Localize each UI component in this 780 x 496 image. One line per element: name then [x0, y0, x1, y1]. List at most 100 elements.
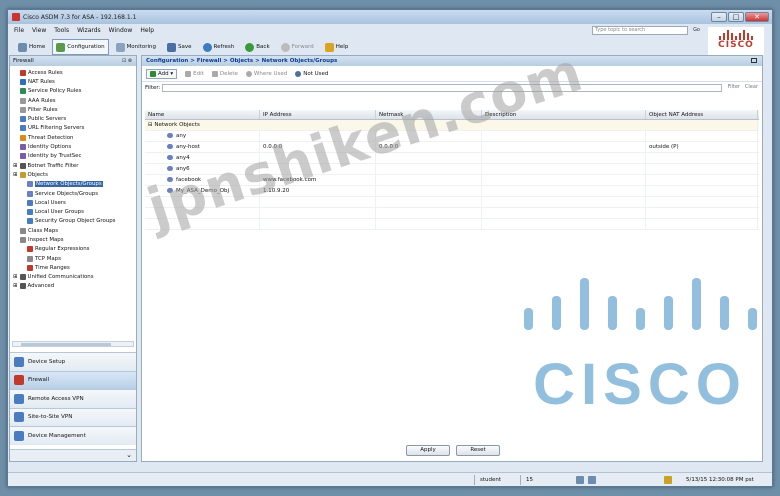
- network-object-icon: [167, 133, 173, 138]
- tree-item[interactable]: Identity Options: [10, 142, 136, 151]
- topic-search-input[interactable]: Type topic to search: [592, 26, 688, 35]
- tree-item[interactable]: Filter Rules: [10, 105, 136, 114]
- search-go-button[interactable]: Go: [693, 26, 700, 35]
- tree-item-label: Time Ranges: [35, 264, 70, 271]
- tree-item-icon: [27, 199, 33, 206]
- help-button[interactable]: Help: [321, 39, 353, 55]
- menu-window[interactable]: Window: [109, 27, 133, 34]
- tree-item-icon: [19, 283, 26, 290]
- expand-icon[interactable]: ⊞: [13, 172, 18, 178]
- table-cell-nat: [646, 131, 758, 141]
- refresh-button[interactable]: Refresh: [199, 39, 239, 55]
- tree-item-label: Identity by TrustSec: [28, 153, 82, 160]
- tree-item-label: Class Maps: [28, 227, 59, 234]
- tree-item[interactable]: ⊞ Objects: [10, 170, 136, 179]
- tree-item-icon: [19, 162, 26, 169]
- watermark-logo-text: CISCO: [533, 352, 747, 417]
- configuration-icon: [56, 42, 66, 52]
- table-cell-desc: [482, 131, 646, 141]
- menu-wizards[interactable]: Wizards: [77, 27, 101, 34]
- delete-button[interactable]: Delete: [211, 70, 238, 77]
- column-name[interactable]: Name: [145, 110, 260, 119]
- tree-item[interactable]: Local User Groups: [10, 207, 136, 216]
- tree-item[interactable]: Inspect Maps: [10, 235, 136, 244]
- tree-item[interactable]: NAT Rules: [10, 77, 136, 86]
- chevron-down-icon[interactable]: ⌄: [126, 451, 132, 459]
- status-separator: [520, 475, 521, 485]
- nav-button[interactable]: Firewall: [10, 370, 136, 389]
- reset-button[interactable]: Reset: [456, 445, 500, 456]
- status-bar: student 15 5/13/15 12:30:08 PM pst: [8, 472, 772, 486]
- monitoring-button[interactable]: Monitoring: [112, 39, 160, 55]
- tree-item[interactable]: Service Objects/Groups: [10, 189, 136, 198]
- refresh-label: Refresh: [213, 44, 235, 50]
- tree-item[interactable]: ⊞ Advanced: [10, 282, 136, 291]
- tree-item[interactable]: Identity by TrustSec: [10, 152, 136, 161]
- breadcrumb-text[interactable]: Configuration > Firewall > Objects > Net…: [146, 58, 337, 64]
- back-button[interactable]: Back: [241, 39, 273, 55]
- tree-item-label: Objects: [27, 171, 48, 178]
- pin-icon[interactable]: ⊡ ⊗: [122, 56, 132, 66]
- scrollbar-thumb[interactable]: [21, 343, 111, 346]
- configuration-button[interactable]: Configuration: [52, 39, 109, 55]
- tree-item[interactable]: Time Ranges: [10, 263, 136, 272]
- maximize-pane-icon[interactable]: [751, 58, 757, 63]
- tree-item[interactable]: ⊞ Botnet Traffic Filter: [10, 161, 136, 170]
- tree-item[interactable]: Local Users: [10, 198, 136, 207]
- close-button[interactable]: ✕: [745, 12, 769, 22]
- edit-button[interactable]: Edit: [185, 70, 204, 77]
- menu-help[interactable]: Help: [140, 27, 154, 34]
- clear-button[interactable]: Clear: [745, 84, 758, 90]
- menu-tools[interactable]: Tools: [54, 27, 69, 34]
- tree-item[interactable]: AAA Rules: [10, 96, 136, 105]
- tree-item-label: Local Users: [35, 199, 66, 206]
- menu-file[interactable]: File: [14, 27, 24, 34]
- tree-item[interactable]: Service Policy Rules: [10, 87, 136, 96]
- nav-button[interactable]: Site-to-Site VPN: [10, 407, 136, 426]
- tree-item-icon: [20, 106, 26, 113]
- tree-item[interactable]: Class Maps: [10, 226, 136, 235]
- forward-arrow-icon: [280, 42, 290, 52]
- tree-item[interactable]: Regular Expressions: [10, 245, 136, 254]
- column-object-nat-address[interactable]: Object NAT Address: [646, 110, 758, 119]
- nav-button[interactable]: Device Management: [10, 426, 136, 445]
- filter-button[interactable]: Filter: [728, 84, 740, 90]
- add-button[interactable]: Add ▾: [146, 68, 178, 79]
- tree-item[interactable]: URL Filtering Servers: [10, 124, 136, 133]
- menu-view[interactable]: View: [32, 27, 46, 34]
- firewall-nav-pane: Firewall ⊡ ⊗ Access Rules NAT Rules Servic…: [9, 55, 137, 462]
- maximize-button[interactable]: □: [728, 12, 744, 22]
- tree-item[interactable]: Network Objects/Groups: [10, 180, 136, 189]
- apply-button[interactable]: Apply: [406, 445, 450, 456]
- tree-item-icon: [20, 227, 26, 234]
- bottom-buttons: Apply Reset: [142, 445, 762, 459]
- network-object-icon: [167, 144, 173, 149]
- tree-item-label: URL Filtering Servers: [28, 125, 85, 132]
- tree-item[interactable]: Public Servers: [10, 114, 136, 123]
- forward-button[interactable]: Forward: [277, 39, 318, 55]
- expand-icon[interactable]: ⊞: [13, 163, 18, 169]
- nav-button-icon: [14, 375, 24, 386]
- monitoring-label: Monitoring: [126, 44, 156, 50]
- nav-button[interactable]: Device Setup: [10, 352, 136, 371]
- where-used-button[interactable]: Where Used: [245, 70, 287, 77]
- tree-item[interactable]: Threat Detection: [10, 133, 136, 142]
- monitoring-icon: [115, 42, 125, 52]
- home-button[interactable]: Home: [14, 39, 49, 55]
- tree-item[interactable]: Security Group Object Groups: [10, 217, 136, 226]
- tree-horizontal-scrollbar[interactable]: [12, 341, 134, 347]
- expand-icon[interactable]: ⊞: [13, 274, 18, 280]
- search-icon: [295, 70, 302, 77]
- home-label: Home: [29, 44, 46, 50]
- save-button[interactable]: Save: [163, 39, 196, 55]
- nav-button[interactable]: Remote Access VPN: [10, 389, 136, 408]
- expand-icon[interactable]: ⊞: [13, 283, 18, 289]
- lock-icon: [664, 476, 672, 484]
- cell-text: outside (P): [649, 144, 679, 150]
- tree-item[interactable]: TCP Maps: [10, 254, 136, 263]
- tree-item[interactable]: Access Rules: [10, 68, 136, 77]
- tree-item[interactable]: ⊞ Unified Communications: [10, 273, 136, 282]
- nav-button-icon: [14, 356, 24, 367]
- minimize-button[interactable]: –: [711, 12, 727, 22]
- not-used-button[interactable]: Not Used: [295, 70, 328, 77]
